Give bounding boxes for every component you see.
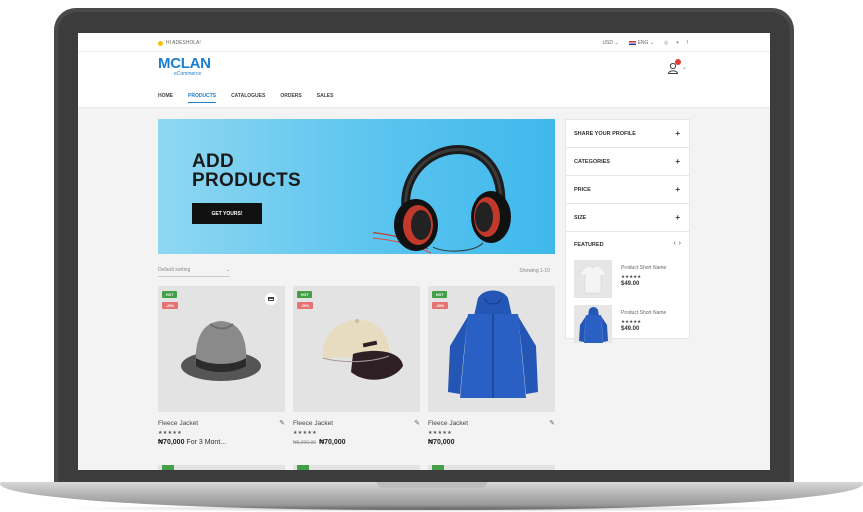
- sort-select[interactable]: Default sorting ⌄: [158, 267, 230, 277]
- rating-stars: ★★★★★: [293, 430, 317, 436]
- featured-section: FEATURED ‹ › Product Short Name ★★★★★ $49…: [566, 232, 689, 343]
- featured-price: $49.00: [621, 326, 640, 332]
- product-card[interactable]: [293, 465, 420, 470]
- filter-sidebar: SHARE YOUR PROFILE + CATEGORIES + PRICE + S…: [565, 119, 690, 343]
- sidebar-size[interactable]: SIZE +: [566, 204, 689, 232]
- flag-icon: [628, 40, 636, 45]
- featured-item[interactable]: Product Short Name ★★★★★ $49.00: [574, 305, 684, 343]
- featured-title: FEATURED: [574, 242, 604, 248]
- nav-sales[interactable]: SALES: [317, 93, 334, 99]
- twitter-icon[interactable]: ✦: [675, 40, 679, 46]
- featured-item[interactable]: Product Short Name ★★★★★ $49.00: [574, 260, 684, 298]
- featured-price: $49.00: [621, 281, 640, 287]
- facebook-icon[interactable]: f: [687, 40, 688, 46]
- nav-home[interactable]: HOME: [158, 93, 173, 99]
- laptop-mockup: HI ADESHOLA! USD ⌄ ENG ⌄ ◎ ✦ f MCLAN eCo…: [0, 0, 863, 512]
- product-name[interactable]: Fleece Jacket: [158, 420, 198, 427]
- featured-name[interactable]: Product Short Name: [621, 310, 666, 316]
- sale-tag: -20%: [297, 302, 314, 309]
- laptop-notch: [377, 482, 487, 488]
- chevron-down-icon[interactable]: ⌄: [682, 64, 687, 71]
- product-image[interactable]: HOT -20%: [428, 286, 555, 412]
- featured-name[interactable]: Product Short Name: [621, 265, 666, 271]
- instagram-icon[interactable]: ◎: [664, 40, 668, 46]
- sale-tag: -20%: [432, 302, 449, 309]
- product-price: ₦70,000: [428, 439, 455, 446]
- plus-icon: +: [675, 129, 680, 138]
- headphones-icon: [373, 145, 511, 254]
- featured-image[interactable]: [574, 260, 612, 298]
- language-select[interactable]: ENG ⌄: [628, 40, 654, 46]
- quick-view-icon[interactable]: [265, 293, 277, 305]
- product-image[interactable]: HOT -20%: [158, 286, 285, 412]
- get-yours-button[interactable]: GET YOURS!: [192, 203, 262, 224]
- hot-tag: HOT: [432, 291, 448, 298]
- product-image[interactable]: HOT -20%: [293, 286, 420, 412]
- logo[interactable]: MCLAN eCommerce: [158, 56, 211, 77]
- chevron-down-icon: ⌄: [225, 267, 230, 273]
- product-card[interactable]: [158, 465, 285, 470]
- promo-banner: ADD PRODUCTS GET YOURS!: [158, 119, 555, 254]
- status-dot-icon: [158, 40, 163, 46]
- banner-title: ADD PRODUCTS: [192, 151, 302, 191]
- main-nav: HOME PRODUCTS CATALOGUES ORDERS SALES: [78, 84, 770, 108]
- rating-stars: ★★★★★: [621, 319, 642, 324]
- notification-badge: [675, 59, 681, 65]
- laptop-screen: HI ADESHOLA! USD ⌄ ENG ⌄ ◎ ✦ f MCLAN eCo…: [78, 33, 770, 470]
- sort-bar: Default sorting ⌄ Showing 1-10: [158, 265, 555, 279]
- sidebar-categories[interactable]: CATEGORIES +: [566, 148, 689, 176]
- greeting-text: HI ADESHOLA!: [166, 40, 201, 46]
- site-header: MCLAN eCommerce ⌄: [78, 52, 770, 84]
- edit-icon[interactable]: ✎: [549, 419, 555, 427]
- tshirt-icon: [579, 264, 607, 294]
- edit-icon[interactable]: ✎: [279, 419, 285, 427]
- nav-orders[interactable]: ORDERS: [280, 93, 301, 99]
- hot-tag: HOT: [162, 291, 178, 298]
- rating-stars: ★★★★★: [621, 274, 642, 279]
- sidebar-share-profile[interactable]: SHARE YOUR PROFILE +: [566, 120, 689, 148]
- rating-stars: ★★★★★: [428, 430, 452, 436]
- product-card[interactable]: HOT -20% Fleece Jacket ✎ ★★★★★ ₦5,000.00…: [293, 286, 420, 461]
- sale-tag: -20%: [162, 302, 179, 309]
- hoodie-icon: [579, 307, 608, 343]
- nav-catalogues[interactable]: CATALOGUES: [231, 93, 265, 99]
- featured-image[interactable]: [574, 305, 612, 343]
- product-price: ₦5,000.00 ₦70,000: [293, 439, 346, 446]
- product-card[interactable]: HOT -20% Fleece Jacket ✎ ★★★★★ ₦70,000 F…: [158, 286, 285, 461]
- product-card[interactable]: HOT -20% Fleece Jacket ✎ ★★★★★ ₦70,000: [428, 286, 555, 461]
- product-price: ₦70,000 For 3 Mont...: [158, 439, 227, 446]
- product-name[interactable]: Fleece Jacket: [428, 420, 468, 427]
- plus-icon: +: [675, 213, 680, 222]
- chevron-left-icon[interactable]: ‹: [673, 240, 675, 247]
- product-name[interactable]: Fleece Jacket: [293, 420, 333, 427]
- rating-stars: ★★★★★: [158, 430, 182, 436]
- sidebar-price[interactable]: PRICE +: [566, 176, 689, 204]
- top-bar: HI ADESHOLA! USD ⌄ ENG ⌄ ◎ ✦ f: [78, 33, 770, 52]
- plus-icon: +: [675, 185, 680, 194]
- greeting: HI ADESHOLA!: [158, 40, 201, 46]
- chevron-right-icon[interactable]: ›: [679, 240, 681, 247]
- plus-icon: +: [675, 157, 680, 166]
- nav-products[interactable]: PRODUCTS: [188, 93, 217, 103]
- product-card[interactable]: [428, 465, 555, 470]
- result-count: Showing 1-10: [519, 268, 550, 274]
- hot-tag: HOT: [297, 291, 313, 298]
- edit-icon[interactable]: ✎: [414, 419, 420, 427]
- currency-select[interactable]: USD ⌄: [602, 40, 618, 46]
